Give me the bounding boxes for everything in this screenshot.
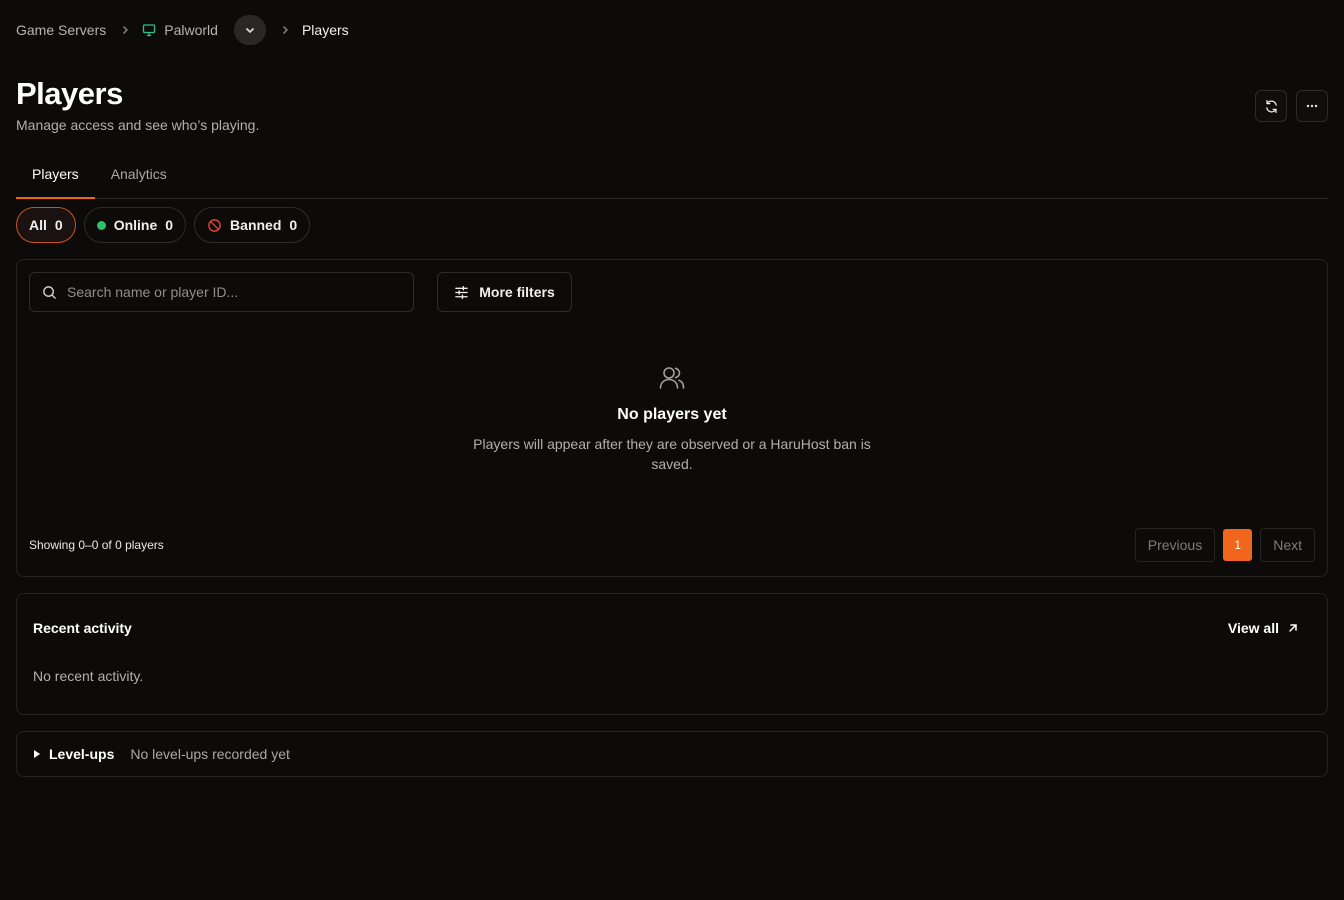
filter-chip-label: Banned [230, 217, 282, 233]
filter-chip-label: All [29, 217, 47, 233]
tab-analytics[interactable]: Analytics [95, 156, 183, 199]
breadcrumb-server-label: Palworld [164, 22, 218, 38]
pagination: Previous 1 Next [1134, 528, 1315, 562]
breadcrumb-current: Players [301, 22, 349, 38]
empty-state-description: Players will appear after they are obser… [473, 436, 871, 472]
arrow-up-right-icon [1289, 624, 1297, 632]
filter-chip-count: 0 [54, 217, 63, 233]
page-subtitle: Manage access and see who’s playing. [16, 117, 260, 133]
chevron-right-icon [282, 26, 288, 34]
search-input[interactable] [67, 284, 387, 300]
more-horizontal-icon [1306, 104, 1318, 108]
next-page-button[interactable]: Next [1260, 528, 1315, 562]
results-count-text: Showing 0–0 of 0 players [29, 538, 164, 552]
empty-state-title: No players yet [617, 406, 727, 423]
refresh-icon [1265, 99, 1277, 113]
search-box[interactable] [29, 272, 414, 312]
previous-page-button[interactable]: Previous [1134, 528, 1216, 562]
chevron-down-icon [245, 27, 255, 34]
tab-bar: Players Analytics [16, 156, 1328, 199]
filter-chip-banned[interactable]: Banned 0 [194, 207, 311, 243]
server-switcher-button[interactable] [233, 15, 266, 45]
breadcrumb: Game Servers Palworld Players [16, 14, 349, 46]
more-filters-button[interactable]: More filters [437, 272, 572, 312]
refresh-button[interactable] [1255, 90, 1287, 122]
more-filters-label: More filters [479, 284, 555, 300]
recent-activity-card: Recent activity View all No recent activ… [16, 593, 1328, 715]
filter-chip-count: 0 [289, 217, 298, 233]
online-status-dot-icon [96, 220, 106, 230]
breadcrumb-server[interactable]: Palworld [142, 22, 218, 38]
level-ups-note: No level-ups recorded yet [130, 746, 290, 762]
players-list-card: More filters No players yet Players will… [16, 259, 1328, 577]
filter-chip-count: 0 [165, 217, 174, 233]
chevron-right-icon [123, 26, 129, 34]
view-all-label: View all [1227, 620, 1279, 636]
level-ups-collapsible[interactable]: Level-ups No level-ups recorded yet [16, 731, 1328, 777]
page-title: Players [16, 76, 123, 111]
search-icon [43, 285, 56, 299]
ban-icon [208, 218, 221, 232]
header-actions [1255, 90, 1328, 122]
filter-chip-online[interactable]: Online 0 [83, 207, 187, 243]
filter-chip-label: Online [113, 217, 158, 233]
recent-activity-empty-text: No recent activity. [33, 668, 144, 684]
page-number-button[interactable]: 1 [1223, 529, 1253, 561]
sliders-icon [455, 285, 469, 299]
more-options-button[interactable] [1296, 90, 1328, 122]
tab-players[interactable]: Players [16, 156, 95, 199]
triangle-right-icon [34, 750, 40, 758]
filter-chip-all[interactable]: All 0 [16, 207, 76, 243]
breadcrumb-game-servers[interactable]: Game Servers [16, 22, 106, 38]
empty-state: No players yet Players will appear after… [17, 364, 1327, 474]
users-icon [659, 367, 685, 389]
level-ups-title: Level-ups [49, 746, 115, 762]
view-all-link[interactable]: View all [1228, 620, 1299, 636]
status-filter-chips: All 0 Online 0 Banned 0 [16, 207, 311, 243]
monitor-icon [143, 24, 156, 37]
recent-activity-title: Recent activity [33, 620, 132, 636]
